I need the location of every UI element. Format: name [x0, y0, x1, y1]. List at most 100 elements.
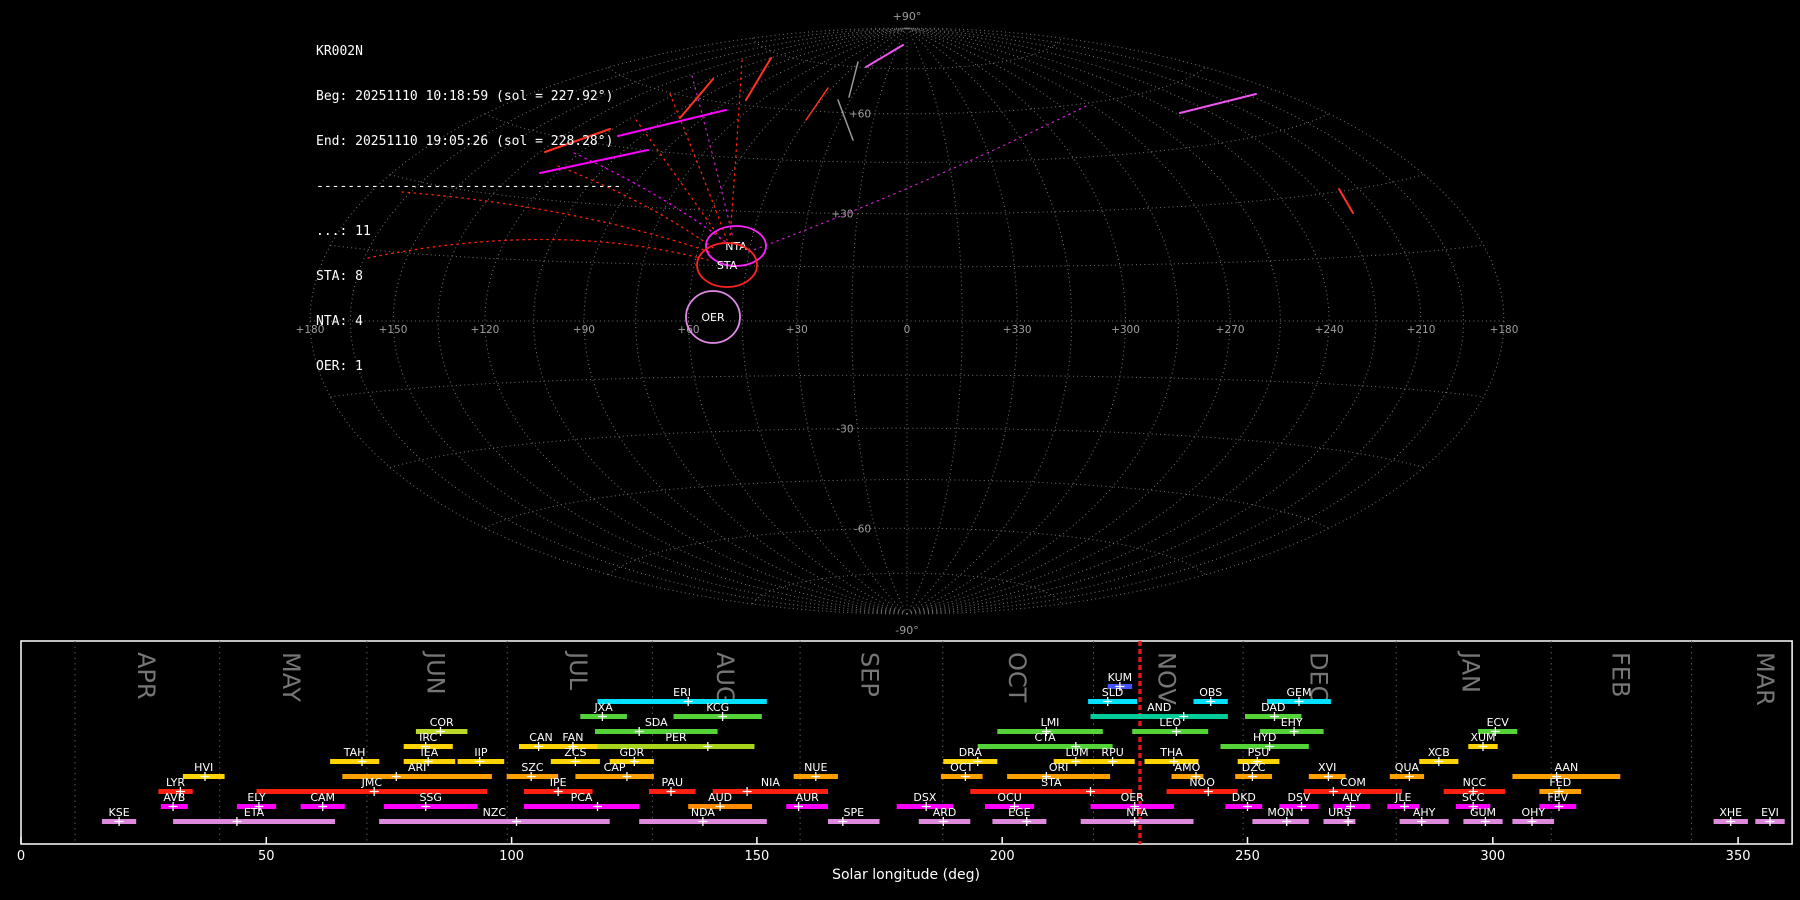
- shower-label-sld: SLD: [1102, 686, 1124, 699]
- north-pole-label: +90°: [893, 10, 922, 23]
- peak-marker-per: [703, 742, 712, 751]
- longitude-label: +180: [1490, 324, 1519, 336]
- shower-label-and: AND: [1147, 701, 1171, 714]
- meteor-trail: [746, 58, 771, 100]
- longitude-label: +270: [1216, 324, 1245, 336]
- longitude-label: +330: [1003, 324, 1032, 336]
- shower-label-pau: PAU: [662, 776, 684, 789]
- shower-label-noo: NOO: [1189, 776, 1215, 789]
- axis-tick-label: 50: [258, 849, 275, 864]
- sky-map: +180+150+120+90+60+300+330+300+270+240+2…: [0, 0, 1800, 640]
- latitude-label: -60: [854, 524, 871, 536]
- axis-tick-label: 200: [990, 849, 1015, 864]
- shower-bar-cta: [978, 744, 1113, 749]
- count-unclassified: ...: 11: [316, 224, 621, 239]
- shower-label-jmc: JMC: [361, 776, 383, 789]
- meteor-trail: [680, 79, 713, 118]
- peak-marker-nia: [743, 787, 752, 796]
- shower-label-cta: CTA: [1035, 731, 1057, 744]
- axis-tick-label: 350: [1726, 849, 1751, 864]
- shower-bar-sta: [970, 789, 1132, 794]
- axis-tick-label: 300: [1480, 849, 1505, 864]
- meteor-trail: [618, 110, 726, 136]
- month-label-jan: JAN: [1457, 650, 1485, 693]
- shower-label-dsv: DSV: [1288, 791, 1311, 804]
- axis-tick-label: 250: [1235, 849, 1260, 864]
- shower-label-sda: SDA: [645, 716, 668, 729]
- month-label-nov: NOV: [1153, 652, 1181, 705]
- shower-label-gum: GUM: [1470, 806, 1496, 819]
- shower-label-szc: SZC: [521, 761, 544, 774]
- longitude-label: +240: [1315, 324, 1344, 336]
- shower-label-avb: AVB: [163, 791, 185, 804]
- shower-bar-ege: [992, 819, 1046, 824]
- shower-bar-eri: [598, 699, 767, 704]
- shower-label-hyd: HYD: [1253, 731, 1276, 744]
- shower-label-qua: QUA: [1395, 761, 1420, 774]
- peak-marker-ari: [392, 772, 401, 781]
- month-label-sep: SEP: [856, 652, 884, 697]
- shower-label-ecv: ECV: [1487, 716, 1510, 729]
- longitude-label: +210: [1407, 324, 1436, 336]
- shower-bar-ssg: [384, 804, 477, 809]
- shower-bar-pca: [524, 804, 639, 809]
- shower-label-aly: ALY: [1342, 791, 1361, 804]
- shower-label-urs: URS: [1328, 806, 1351, 819]
- shower-label-leo: LEO: [1159, 716, 1181, 729]
- shower-bar-sld: [1088, 699, 1137, 704]
- radiant-map-app: { "header": { "station": "KR002N", "beg_…: [0, 0, 1800, 900]
- shower-label-sta: STA: [1041, 776, 1062, 789]
- count-oer: OER: 1: [316, 359, 621, 374]
- shower-label-lmi: LMI: [1041, 716, 1060, 729]
- shower-label-kcg: KCG: [706, 701, 729, 714]
- longitude-label: 0: [904, 324, 911, 336]
- shower-label-cor: COR: [430, 716, 454, 729]
- shower-bar-tah: [330, 759, 379, 764]
- month-label-aug: AUG: [711, 652, 739, 705]
- shower-label-nia: NIA: [761, 776, 780, 789]
- shower-label-oct: OCT: [950, 761, 973, 774]
- axis-tick-label: 0: [17, 849, 25, 864]
- meteor-trail: [849, 62, 858, 97]
- shower-bar-mon: [1252, 819, 1308, 824]
- south-pole-label: -90°: [895, 624, 918, 637]
- divider-line: ---------------------------------------: [316, 179, 621, 194]
- meteor-trail: [1339, 189, 1353, 213]
- shower-label-hvi: HVI: [194, 761, 213, 774]
- month-label-apr: APR: [132, 652, 160, 700]
- shower-label-ori: ORI: [1049, 761, 1069, 774]
- month-label-may: MAY: [277, 652, 305, 702]
- shower-label-ssg: SSG: [419, 791, 442, 804]
- radiant-label-sta: STA: [717, 259, 738, 272]
- meteor-trail: [806, 88, 828, 120]
- shower-label-xvi: XVI: [1318, 761, 1336, 774]
- latitude-label: +60: [849, 109, 871, 121]
- shower-label-lum: LUM: [1065, 746, 1088, 759]
- peak-marker-com: [1329, 787, 1338, 796]
- shower-label-fev: FEV: [1547, 791, 1568, 804]
- shower-label-fed: FED: [1549, 776, 1571, 789]
- shower-label-psu: PSU: [1248, 746, 1270, 759]
- shower-label-gdr: GDR: [619, 746, 644, 759]
- end-time-line: End: 20251110 19:05:26 (sol = 228.28°): [316, 134, 621, 149]
- observation-info-panel: KR002N Beg: 20251110 10:18:59 (sol = 227…: [316, 14, 621, 389]
- month-label-mar: MAR: [1751, 652, 1779, 706]
- meteor-trail: [866, 45, 903, 67]
- month-label-feb: FEB: [1606, 652, 1634, 697]
- meteor-trail: [1180, 94, 1256, 113]
- shower-label-ari: ARI: [408, 761, 426, 774]
- month-label-jul: JUL: [564, 650, 592, 691]
- shower-label-eta: ETA: [244, 806, 265, 819]
- begin-time-line: Beg: 20251110 10:18:59 (sol = 227.92°): [316, 89, 621, 104]
- shower-label-spe: SPE: [844, 806, 865, 819]
- shower-label-com: COM: [1340, 776, 1366, 789]
- peak-marker-sta: [1086, 787, 1095, 796]
- axis-tick-label: 100: [499, 849, 524, 864]
- shower-label-per: PER: [665, 731, 687, 744]
- shower-label-dad: DAD: [1261, 701, 1285, 714]
- meteor-trail: [636, 120, 724, 244]
- peak-marker-nzc: [512, 817, 521, 826]
- shower-label-jle: JLE: [1394, 791, 1411, 804]
- shower-label-pca: PCA: [571, 791, 593, 804]
- shower-bar-aur: [786, 804, 828, 809]
